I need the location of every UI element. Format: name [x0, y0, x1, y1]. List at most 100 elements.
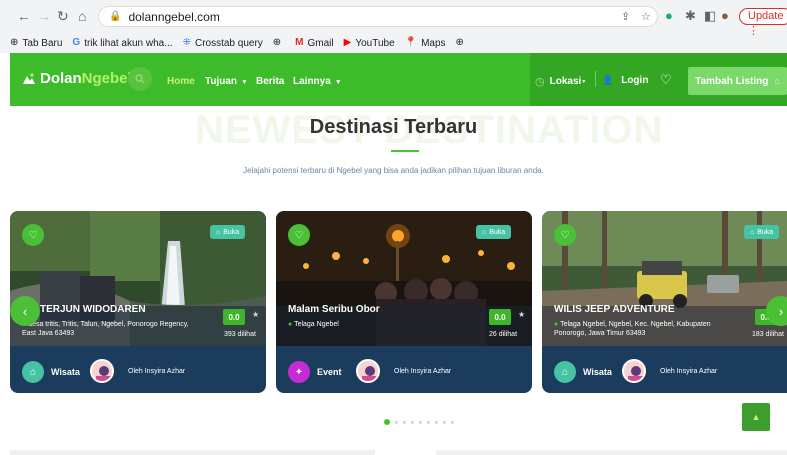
bookmark-crosstab[interactable]: ⁜ Crosstab query: [183, 37, 263, 49]
reload-icon[interactable]: ↻: [57, 8, 69, 24]
bookmark-globe-2[interactable]: ⊕: [456, 37, 468, 49]
title-underline: [391, 150, 419, 152]
rating-score: 0.0: [489, 309, 511, 325]
pagination-dot[interactable]: [451, 420, 454, 424]
pagination-dot[interactable]: [384, 419, 390, 425]
sidepanel-icon[interactable]: ◧: [704, 8, 716, 24]
carousel-prev-button[interactable]: ‹: [10, 296, 40, 326]
category-label[interactable]: Wisata: [583, 367, 612, 377]
pagination-dot[interactable]: [443, 420, 446, 424]
menu-label: Tujuan: [205, 76, 238, 87]
status-label: Buka: [757, 228, 774, 236]
update-button[interactable]: Update ⋮: [739, 8, 787, 37]
menu-label: Lainnya: [293, 76, 331, 87]
star-icon: ★: [518, 310, 526, 319]
pagination-dot[interactable]: [403, 420, 406, 424]
door-icon: ⌂: [482, 228, 487, 236]
status-badge: ⌂ Buka: [476, 225, 512, 239]
address-bar[interactable]: 🔒 dolanngebel.com ⇪ ☆: [98, 6, 658, 27]
search-button[interactable]: [128, 67, 152, 91]
destination-card[interactable]: ♡ ⌂ Buka WILIS JEEP ADVENTURE ● Telaga Ng…: [542, 211, 787, 393]
menu-tujuan[interactable]: Tujuan ▼: [205, 76, 248, 87]
pagination-dot[interactable]: [435, 420, 438, 424]
location-text: Telaga Ngebel: [294, 321, 339, 328]
destination-card[interactable]: ♡ ⌂ Buka Malam Seribu Obor ● Telaga Ngebe…: [276, 211, 532, 393]
bookmark-trik[interactable]: Gtrik lihat akun wha...: [72, 37, 172, 49]
bookmark-label: YouTube: [355, 37, 395, 49]
author-byline[interactable]: Oleh Insyira Azhar: [660, 368, 717, 375]
globe-icon: ⊕: [455, 37, 464, 48]
profile-avatar-icon[interactable]: ●: [721, 8, 729, 24]
bookmark-gmail[interactable]: M Gmail: [295, 37, 333, 49]
card-footer: ⌂ Wisata Oleh Insyira Azhar: [542, 346, 787, 393]
site-navbar: Dolan Ngebel. Home Tujuan ▼ Berita Lainnya…: [10, 53, 787, 106]
author-byline[interactable]: Oleh Insyira Azhar: [128, 368, 185, 375]
pagination-dot[interactable]: [427, 420, 430, 424]
site-logo[interactable]: Dolan Ngebel.: [22, 70, 136, 87]
favorite-heart-icon[interactable]: ♡: [22, 224, 44, 246]
status-badge: ⌂ Buka: [210, 225, 246, 239]
pagination-dot[interactable]: [411, 420, 414, 424]
favorite-heart-icon[interactable]: ♡: [554, 224, 576, 246]
bookmarks-bar: ⊕ Tab Baru Gtrik lihat akun wha... ⁜ Cross…: [0, 34, 787, 52]
menu-home[interactable]: Home: [167, 76, 195, 87]
pagination-dot[interactable]: [395, 420, 398, 424]
maps-icon: 📍: [404, 37, 418, 48]
location-text: desa tritis, Tritis, Talun, Ngebel, Pono…: [22, 321, 189, 337]
star-icon: ★: [252, 310, 260, 319]
bookmark-globe[interactable]: ⊕: [273, 37, 285, 49]
favorite-heart-icon[interactable]: ♡: [288, 224, 310, 246]
menu-lainnya[interactable]: Lainnya ▼: [293, 76, 342, 87]
tambah-listing-button[interactable]: Tambah Listing ⌂: [688, 67, 787, 95]
update-label: Update: [748, 10, 784, 22]
section-title: Destinasi Terbaru: [309, 116, 478, 138]
status-label: Buka: [223, 228, 240, 236]
back-icon[interactable]: ←: [17, 8, 31, 24]
favorites-heart-icon[interactable]: ♡: [660, 72, 672, 88]
door-icon: ⌂: [750, 228, 755, 236]
extensions-icon[interactable]: ✱: [685, 8, 696, 24]
view-count: 26 dilihat: [489, 331, 518, 338]
author-avatar: [90, 359, 114, 383]
menu-berita[interactable]: Berita: [256, 76, 284, 87]
location-text: Telaga Ngebel, Ngebel, Kec. Ngebel, Kabu…: [554, 321, 711, 337]
bookmark-maps[interactable]: 📍 Maps: [405, 37, 446, 49]
chevron-down-icon: ▼: [334, 79, 342, 86]
bookmark-youtube[interactable]: ▶ YouTube: [344, 37, 395, 49]
user-icon: 👤: [602, 75, 614, 85]
map-pin-icon: ●: [554, 321, 559, 328]
card-title[interactable]: TERJUN WIDODAREN: [40, 304, 146, 315]
google-icon: G: [72, 37, 81, 48]
home-icon[interactable]: ⌂: [78, 8, 86, 24]
card-location: ● desa tritis, Tritis, Talun, Ngebel, Po…: [22, 320, 192, 338]
carousel-pagination: [384, 419, 459, 425]
map-pin-icon: ●: [288, 321, 293, 328]
youtube-icon: ▶: [343, 37, 352, 48]
lokasi-button[interactable]: ◷ Lokasi ▾: [535, 75, 585, 88]
footer-edge: [10, 450, 375, 455]
rating-score: 0.0: [223, 309, 245, 325]
add-listing-icon: ⌂: [774, 76, 780, 86]
author-byline[interactable]: Oleh Insyira Azhar: [394, 368, 451, 375]
search-icon: [135, 74, 145, 84]
category-label[interactable]: Event: [317, 367, 342, 377]
logo-text-1: Dolan: [40, 70, 82, 87]
logo-mark-icon: [23, 72, 35, 84]
login-button[interactable]: 👤 Login: [602, 75, 648, 86]
pagination-dot[interactable]: [419, 420, 422, 424]
chevron-right-icon: ›: [778, 303, 784, 319]
globe-icon: ⊕: [10, 37, 19, 48]
bookmark-tab-baru[interactable]: ⊕ Tab Baru: [10, 37, 62, 49]
card-title[interactable]: WILIS JEEP ADVENTURE: [554, 304, 675, 315]
category-label[interactable]: Wisata: [51, 367, 80, 377]
share-icon[interactable]: ⇪: [621, 10, 630, 23]
back-to-top-button[interactable]: ▲: [742, 403, 770, 431]
view-count: 183 dilihat: [752, 331, 784, 338]
destination-card[interactable]: ♡ ⌂Buka TERJUN WIDODAREN ● desa tritis, …: [10, 211, 266, 393]
author-avatar: [356, 359, 380, 383]
grammarly-icon[interactable]: ●: [665, 8, 673, 24]
forward-icon[interactable]: →: [37, 8, 51, 24]
bookmark-star-icon[interactable]: ☆: [641, 10, 651, 23]
card-location: ● Telaga Ngebel, Ngebel, Kec. Ngebel, Ka…: [554, 320, 714, 338]
card-title[interactable]: Malam Seribu Obor: [288, 304, 380, 315]
